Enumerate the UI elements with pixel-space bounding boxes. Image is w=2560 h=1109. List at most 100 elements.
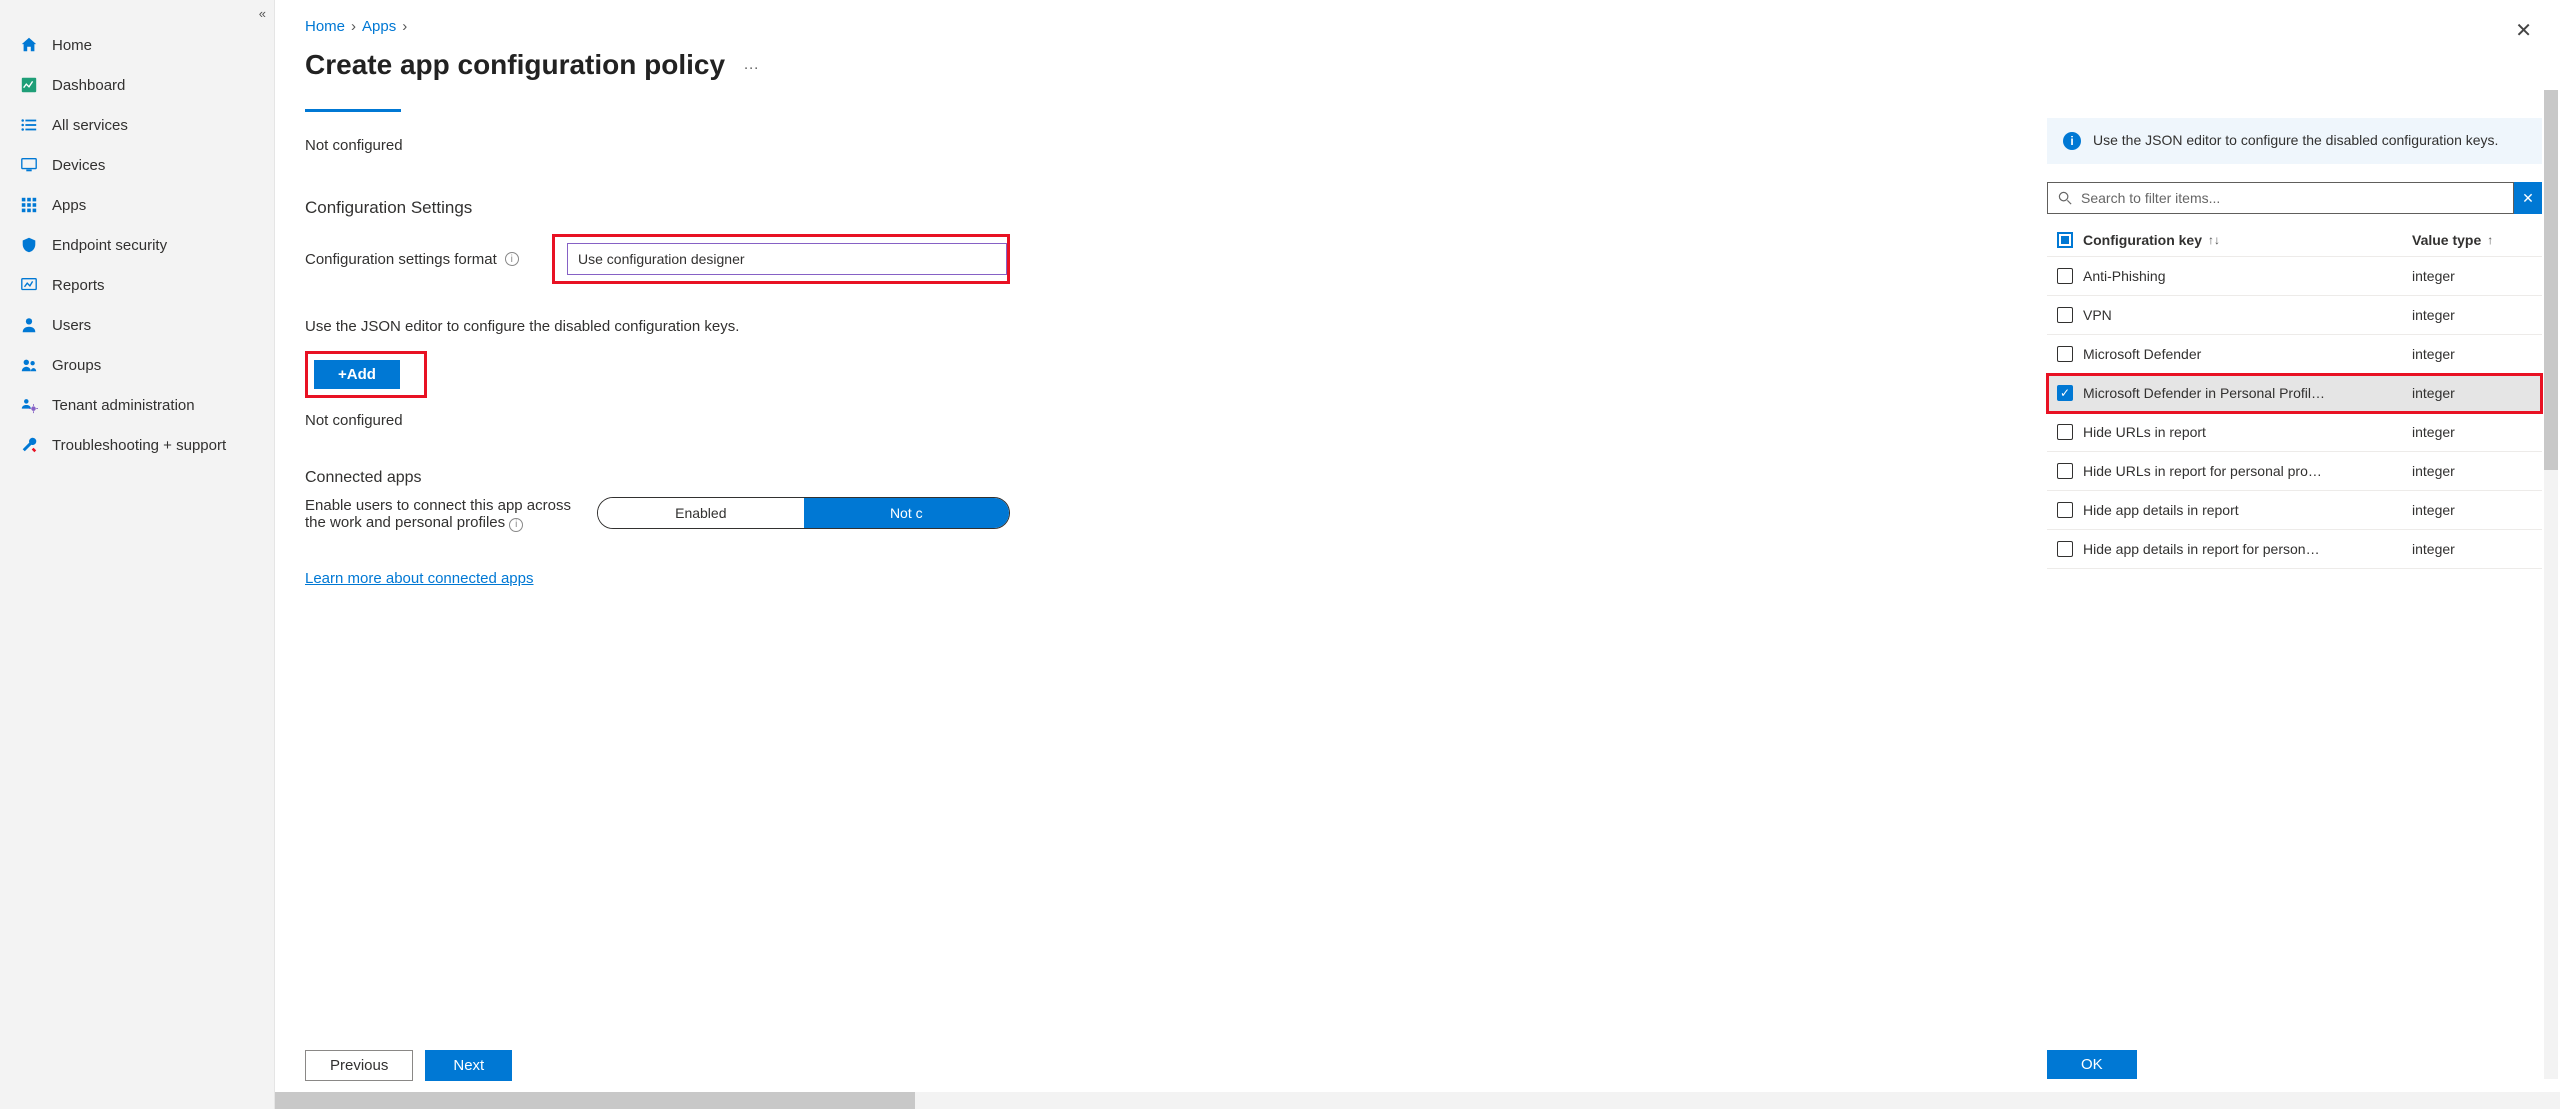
list-icon xyxy=(18,114,40,136)
scrollbar-thumb[interactable] xyxy=(275,1092,915,1109)
row-checkbox[interactable] xyxy=(2057,268,2073,284)
close-icon[interactable]: ✕ xyxy=(2515,18,2532,43)
row-value-label: integer xyxy=(2412,424,2542,440)
horizontal-scrollbar[interactable] xyxy=(275,1092,2560,1109)
row-key-label: Microsoft Defender xyxy=(2083,346,2412,362)
json-note: Use the JSON editor to configure the dis… xyxy=(305,318,1010,335)
row-checkbox[interactable] xyxy=(2057,424,2073,440)
sidebar-item-label: Home xyxy=(52,37,92,54)
row-key-label: Hide app details in report xyxy=(2083,502,2412,518)
row-value-label: integer xyxy=(2412,307,2542,323)
sidebar-item-reports[interactable]: Reports xyxy=(0,265,274,305)
connected-apps-title: Connected apps xyxy=(305,469,1010,487)
sidebar-item-users[interactable]: Users xyxy=(0,305,274,345)
previous-button[interactable]: Previous xyxy=(305,1050,413,1081)
sidebar-item-apps[interactable]: Apps xyxy=(0,185,274,225)
row-value-label: integer xyxy=(2412,463,2542,479)
table-row[interactable]: VPNinteger xyxy=(2047,296,2542,335)
row-value-label: integer xyxy=(2412,385,2542,401)
table-row[interactable]: Hide URLs in reportinteger xyxy=(2047,413,2542,452)
monitor-icon xyxy=(18,154,40,176)
col-configuration-key[interactable]: Configuration key ↑↓ xyxy=(2083,232,2412,248)
row-key-label: Hide URLs in report for personal pro… xyxy=(2083,463,2412,479)
row-checkbox[interactable] xyxy=(2057,463,2073,479)
row-checkbox[interactable]: ✓ xyxy=(2057,385,2073,401)
select-all-checkbox[interactable] xyxy=(2057,232,2073,248)
table-row[interactable]: Hide URLs in report for personal pro…int… xyxy=(2047,452,2542,491)
row-key-label: Hide app details in report for person… xyxy=(2083,541,2412,557)
format-dropdown-highlight: Use configuration designer xyxy=(552,234,1010,284)
row-value-label: integer xyxy=(2412,541,2542,557)
tenant-icon xyxy=(18,394,40,416)
add-button[interactable]: +Add xyxy=(314,360,400,389)
sidebar-item-devices[interactable]: Devices xyxy=(0,145,274,185)
table-header: Configuration key ↑↓ Value type ↑ xyxy=(2047,224,2542,257)
row-value-label: integer xyxy=(2412,502,2542,518)
status-not-configured-2: Not configured xyxy=(305,412,1010,429)
col-value-type[interactable]: Value type ↑ xyxy=(2412,232,2542,248)
sidebar-item-groups[interactable]: Groups xyxy=(0,345,274,385)
more-actions-icon[interactable]: … xyxy=(743,56,761,74)
row-checkbox[interactable] xyxy=(2057,346,2073,362)
table-row[interactable]: Anti-Phishinginteger xyxy=(2047,257,2542,296)
report-icon xyxy=(18,274,40,296)
ok-button[interactable]: OK xyxy=(2047,1050,2137,1079)
sort-icon: ↑ xyxy=(2487,233,2493,247)
add-button-highlight: +Add xyxy=(305,351,427,398)
breadcrumb-apps[interactable]: Apps xyxy=(362,18,396,35)
scrollbar-thumb[interactable] xyxy=(2544,90,2558,470)
info-banner: i Use the JSON editor to configure the d… xyxy=(2047,118,2542,164)
page-title: Create app configuration policy xyxy=(305,49,725,81)
search-input[interactable]: Search to filter items... xyxy=(2047,182,2514,214)
sidebar-item-label: Reports xyxy=(52,277,105,294)
collapse-icon[interactable]: « xyxy=(259,6,266,21)
sidebar-item-tenant-administration[interactable]: Tenant administration xyxy=(0,385,274,425)
format-dropdown[interactable]: Use configuration designer xyxy=(567,243,1007,275)
main-content: Home › Apps › Create app configuration p… xyxy=(275,0,1040,1109)
sidebar-item-label: Groups xyxy=(52,357,101,374)
row-checkbox[interactable] xyxy=(2057,307,2073,323)
sidebar: « Home Dashboard All services Devices Ap… xyxy=(0,0,275,1109)
breadcrumb: Home › Apps › xyxy=(305,18,1010,35)
row-checkbox[interactable] xyxy=(2057,541,2073,557)
sidebar-item-label: Dashboard xyxy=(52,77,125,94)
sidebar-item-label: Endpoint security xyxy=(52,237,167,254)
sidebar-item-home[interactable]: Home xyxy=(0,25,274,65)
table-row[interactable]: ✓Microsoft Defender in Personal Profil…i… xyxy=(2047,374,2542,413)
breadcrumb-home[interactable]: Home xyxy=(305,18,345,35)
sidebar-item-label: Troubleshooting + support xyxy=(52,437,226,454)
row-key-label: Anti-Phishing xyxy=(2083,268,2412,284)
grid-icon xyxy=(18,194,40,216)
info-icon[interactable]: i xyxy=(505,252,519,266)
scrollbar[interactable] xyxy=(2544,90,2558,1079)
sort-icon: ↑↓ xyxy=(2208,233,2220,247)
row-key-label: VPN xyxy=(2083,307,2412,323)
user-icon xyxy=(18,314,40,336)
wrench-icon xyxy=(18,434,40,456)
info-icon[interactable]: i xyxy=(509,518,523,532)
learn-more-link[interactable]: Learn more about connected apps xyxy=(305,570,534,587)
row-key-label: Hide URLs in report xyxy=(2083,424,2412,440)
sidebar-item-label: Tenant administration xyxy=(52,397,195,414)
toggle-enabled[interactable]: Enabled xyxy=(598,498,803,528)
sidebar-item-troubleshooting[interactable]: Troubleshooting + support xyxy=(0,425,274,465)
table-row[interactable]: Microsoft Defenderinteger xyxy=(2047,335,2542,374)
clear-search-button[interactable]: ✕ xyxy=(2514,182,2542,214)
sidebar-item-dashboard[interactable]: Dashboard xyxy=(0,65,274,105)
row-value-label: integer xyxy=(2412,268,2542,284)
table-row[interactable]: Hide app details in report for person…in… xyxy=(2047,530,2542,569)
section-configuration-settings: Configuration Settings xyxy=(305,198,1010,218)
table-row[interactable]: Hide app details in reportinteger xyxy=(2047,491,2542,530)
info-icon: i xyxy=(2063,132,2081,150)
next-button[interactable]: Next xyxy=(425,1050,512,1081)
sidebar-item-endpoint-security[interactable]: Endpoint security xyxy=(0,225,274,265)
row-checkbox[interactable] xyxy=(2057,502,2073,518)
sidebar-item-all-services[interactable]: All services xyxy=(0,105,274,145)
dashboard-icon xyxy=(18,74,40,96)
connected-apps-desc: Enable users to connect this app across … xyxy=(305,497,577,532)
sidebar-item-label: Users xyxy=(52,317,91,334)
step-tab-active[interactable] xyxy=(305,103,401,112)
connected-toggle[interactable]: Enabled Not c xyxy=(597,497,1010,529)
status-not-configured: Not configured xyxy=(305,137,1010,154)
toggle-not-configured[interactable]: Not c xyxy=(804,498,1009,528)
